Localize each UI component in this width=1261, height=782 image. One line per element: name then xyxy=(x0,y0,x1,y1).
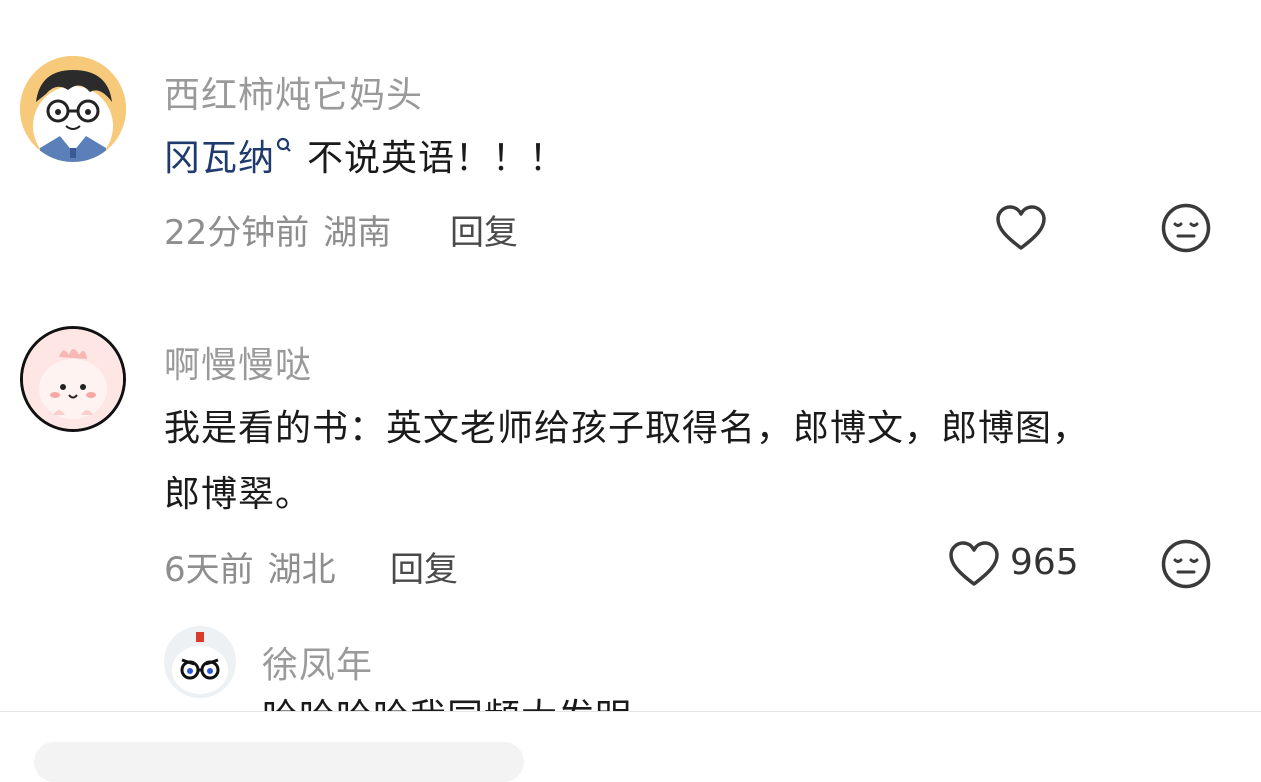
reply-username[interactable]: 徐凤年 xyxy=(262,636,373,688)
mention-link[interactable]: 冈瓦纳 xyxy=(164,138,275,179)
avatar[interactable] xyxy=(164,626,236,698)
neutral-face-icon[interactable] xyxy=(1160,538,1212,590)
comment-item: 西红柿炖它妈头 冈瓦纳 不说英语！！！ 22分钟前 湖南 回复 xyxy=(0,0,1261,290)
neutral-face-icon[interactable] xyxy=(1160,202,1212,254)
search-icon[interactable] xyxy=(275,136,293,158)
heart-icon[interactable] xyxy=(995,204,1047,252)
avatar[interactable] xyxy=(20,56,126,162)
avatar-glasses-bird xyxy=(164,626,236,698)
reply-text-partial: 哈哈哈哈我同频大发明 xyxy=(262,698,632,712)
comment-meta: 6天前 湖北 xyxy=(164,542,336,591)
comment-meta: 22分钟前 湖南 xyxy=(164,205,391,254)
avatar-cartoon-glasses xyxy=(20,56,126,162)
comment-text: 我是看的书：英文老师给孩子取得名，郎博文，郎博图， 郎博翠。 xyxy=(164,396,1244,528)
like-count: 965 xyxy=(1010,542,1079,583)
reply-button[interactable]: 回复 xyxy=(390,542,458,591)
comment-text-content: 不说英语！！！ xyxy=(307,138,567,179)
comment-text: 冈瓦纳 不说英语！！！ xyxy=(164,126,566,192)
comment-time: 6天前 xyxy=(164,550,254,590)
comment-text-line: 我是看的书：英文老师给孩子取得名，郎博文，郎博图， xyxy=(164,408,1090,449)
comment-input[interactable] xyxy=(34,742,524,782)
comment-text-line: 郎博翠。 xyxy=(164,474,313,515)
comment-item: 啊慢慢哒 我是看的书：英文老师给孩子取得名，郎博文，郎博图， 郎博翠。 6天前湖… xyxy=(0,290,1261,620)
comment-username[interactable]: 西红柿炖它妈头 xyxy=(164,66,423,118)
avatar-pink-creature xyxy=(23,329,123,429)
comment-location: 湖北 xyxy=(267,550,336,590)
reply-button[interactable]: 回复 xyxy=(450,205,518,254)
comment-time: 22分钟前 xyxy=(164,213,310,253)
comment-username[interactable]: 啊慢慢哒 xyxy=(164,336,312,388)
avatar[interactable] xyxy=(20,326,126,432)
comment-location: 湖南 xyxy=(323,213,392,253)
heart-icon[interactable] xyxy=(948,540,1000,588)
